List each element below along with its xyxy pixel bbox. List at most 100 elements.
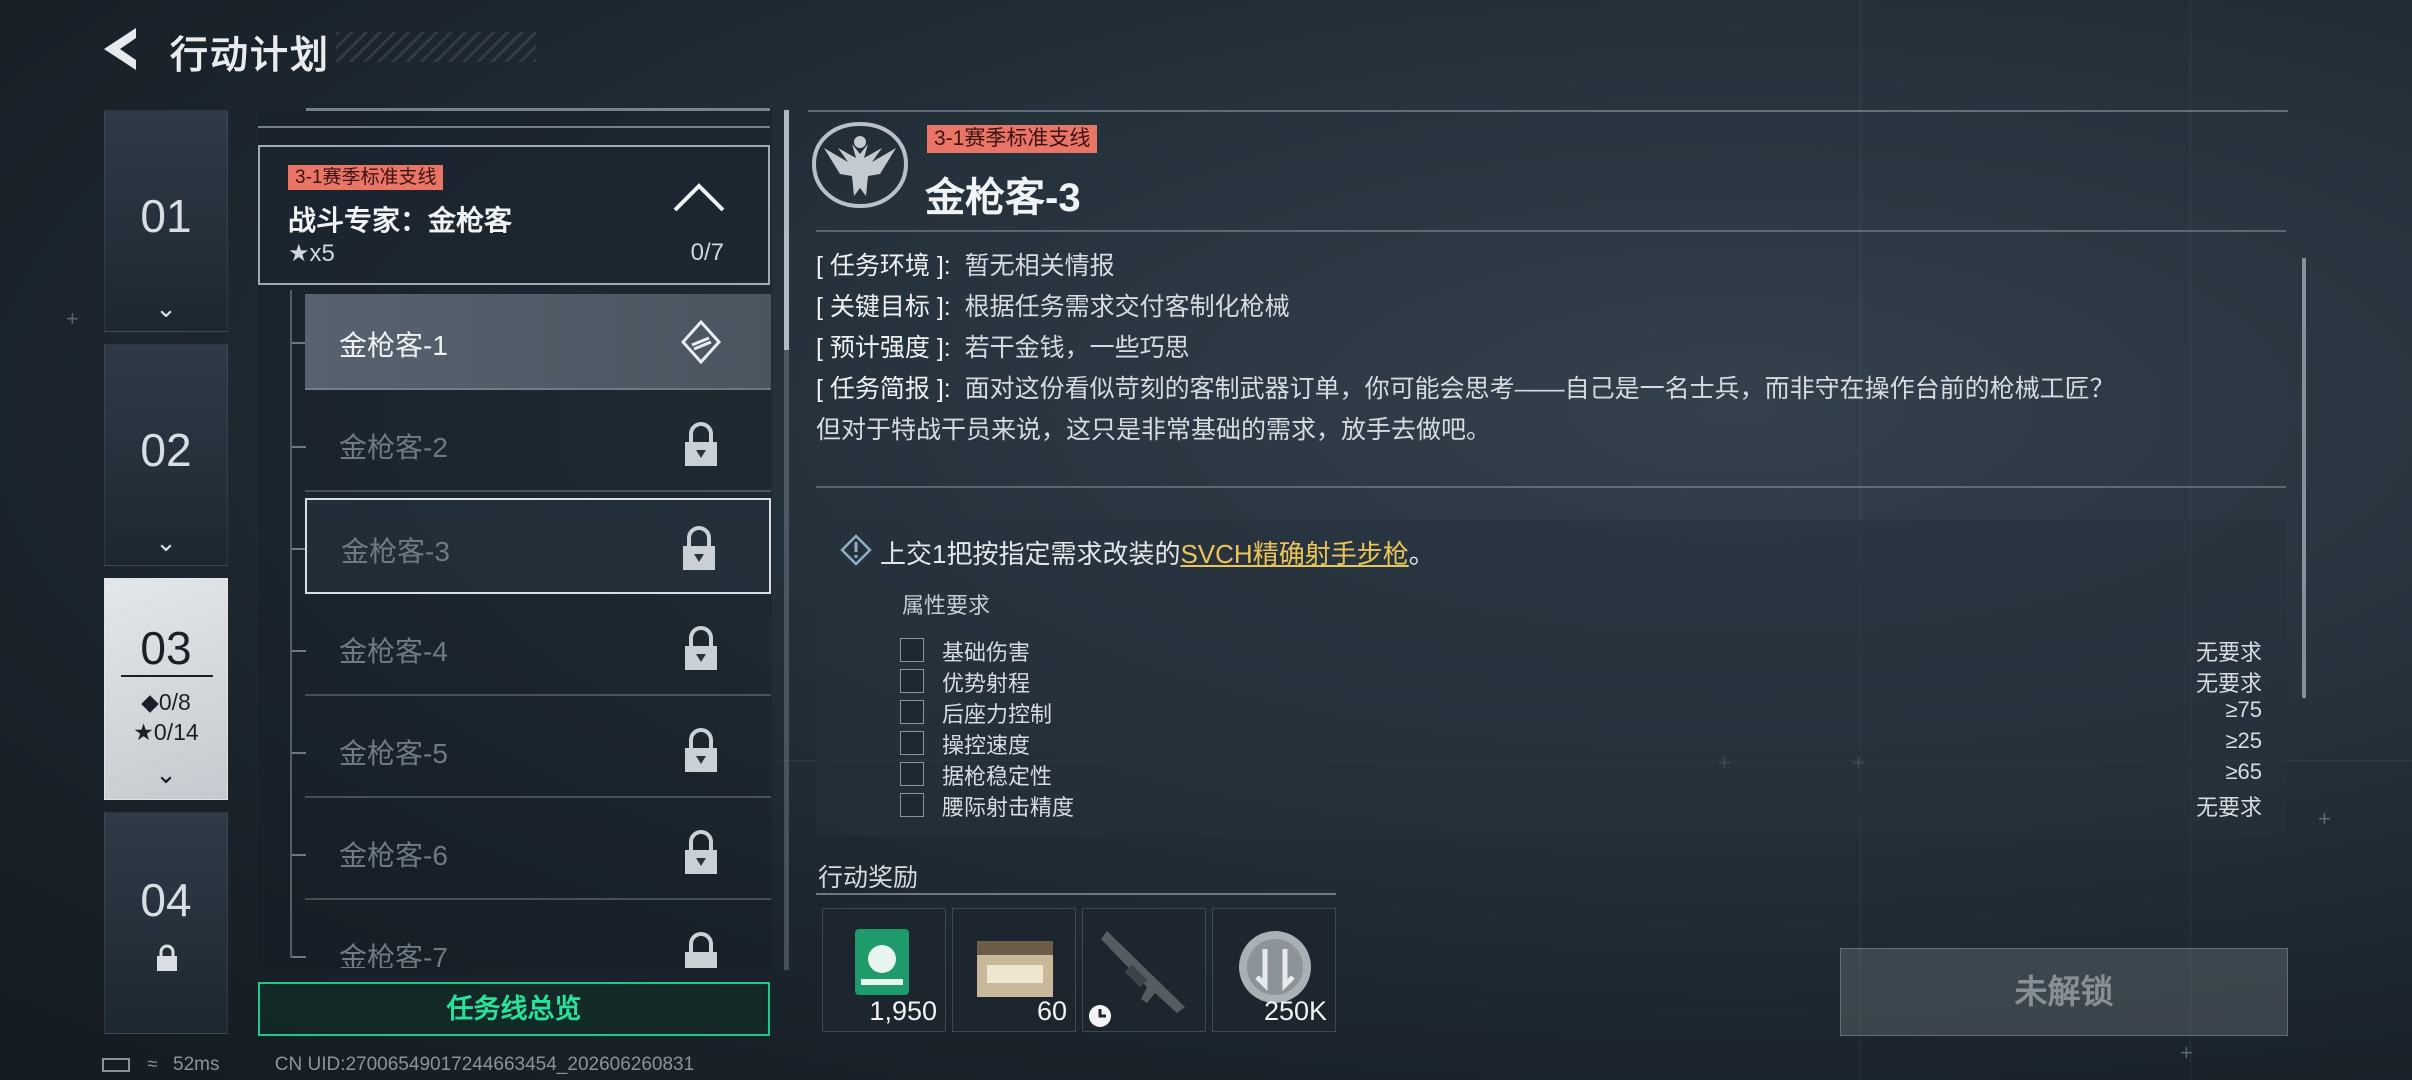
mission-label: 金枪客-3 [341, 536, 450, 567]
questline-name: 战斗专家：金枪客 [288, 205, 513, 236]
mission-item-3[interactable]: 金枪客-3 [305, 498, 771, 594]
chevron-up-icon[interactable] [672, 181, 726, 213]
ammo-box-icon [977, 941, 1053, 997]
mission-label: 金枪客-1 [339, 330, 448, 361]
hipfire-icon [900, 793, 924, 817]
lock-icon [685, 932, 717, 968]
attr-row: 基础伤害 无要求 [900, 635, 2262, 666]
chapter-tab-01[interactable]: 01 ⌄ [104, 110, 228, 332]
back-button[interactable] [100, 24, 146, 74]
lock-icon [683, 526, 715, 570]
mission-item-6[interactable]: 金枪客-6 [305, 804, 771, 900]
chapter-number: 03 [140, 622, 192, 674]
goal-value: 根据任务需求交付客制化枪械 [964, 293, 1290, 321]
brief-line-1: 面对这份看似苛刻的客制武器订单，你可能会思考——自己是一名士兵，而非守在操作台前… [964, 375, 2115, 403]
mission-description: [ 任务环境 ]: 暂无相关情报 [ 关键目标 ]: 根据任务需求交付客制化枪械… [816, 246, 2276, 451]
uid-text: CN UID:27006549017244663454_202606260831 [274, 1054, 695, 1075]
battery-icon [102, 1057, 130, 1072]
attr-row: 据枪稳定性 ≥65 [900, 759, 2262, 790]
divider [816, 486, 2286, 488]
lock-icon [685, 626, 717, 670]
questline-progress: 0/7 [690, 239, 724, 266]
range-icon [900, 669, 924, 693]
reward-qty: 250K [1263, 996, 1327, 1026]
reward-item[interactable] [1082, 908, 1206, 1032]
detail-scrollbar[interactable] [2302, 258, 2306, 698]
mission-label: 金枪客-7 [339, 942, 448, 968]
attr-title: 属性要求 [902, 593, 991, 618]
title-decoration [336, 32, 536, 62]
divider [816, 230, 2286, 232]
mission-item-4[interactable]: 金枪客-4 [305, 600, 771, 696]
recoil-icon [900, 700, 924, 724]
coin-icon [1239, 931, 1311, 1003]
status-bar: ≈ 52ms CN UID:27006549017244663454_20260… [102, 1054, 694, 1076]
reward-item[interactable]: 60 [952, 908, 1076, 1032]
questline-reward: ★x5 [288, 240, 335, 267]
mission-item-7[interactable]: 金枪客-7 [305, 906, 771, 968]
env-label: [ 任务环境 ]: [816, 252, 951, 280]
mission-label: 金枪客-5 [339, 738, 448, 769]
scrollbar-thumb[interactable] [784, 110, 789, 350]
divider [808, 110, 2288, 112]
objective-text: 上交1把按指定需求改装的SVCH精确射手步枪。 [880, 534, 1435, 571]
divider [258, 126, 770, 128]
mission-label: 金枪客-2 [339, 432, 448, 463]
chapter-number: 01 [140, 190, 192, 242]
reward-qty: 60 [1036, 996, 1067, 1026]
eagle-emblem-icon [811, 121, 909, 209]
clock-icon [1089, 1005, 1111, 1027]
attr-row: 操控速度 ≥25 [900, 728, 2262, 759]
wifi-icon: ≈ [147, 1054, 158, 1075]
questline-card[interactable]: 3-1赛季标准支线 战斗专家：金枪客 ★x5 0/7 [258, 145, 770, 285]
chapter-tab-04[interactable]: 04 [104, 812, 228, 1034]
medal-icon [855, 929, 909, 995]
season-tag: 3-1赛季标准支线 [288, 165, 444, 190]
handling-icon [900, 731, 924, 755]
mission-item-2[interactable]: 金枪客-2 [305, 396, 771, 492]
stability-icon [900, 762, 924, 786]
season-tag: 3-1赛季标准支线 [927, 125, 1098, 153]
attr-row: 后座力控制 ≥75 [900, 697, 2262, 728]
rewards-title: 行动奖励 [818, 864, 919, 892]
list-scrollbar[interactable] [784, 110, 789, 970]
chapter-number: 02 [140, 424, 192, 476]
attr-row: 优势射程 无要求 [900, 666, 2262, 697]
locked-action-button[interactable]: 未解锁 [1840, 948, 2288, 1036]
brief-line-2: 但对于特战干员来说，这只是非常基础的需求，放手去做吧。 [816, 416, 1492, 444]
completed-diamond-icon [681, 319, 721, 365]
mission-item-1[interactable]: 金枪客-1 [305, 294, 771, 390]
chevron-down-icon: ⌄ [155, 293, 177, 323]
divider [816, 893, 1336, 895]
reward-item[interactable]: 1,950 [822, 908, 946, 1032]
chapter-number: 04 [140, 874, 192, 926]
attr-row: 腰际射击精度 无要求 [900, 790, 2262, 821]
lock-icon [157, 944, 177, 971]
brief-label: [ 任务简报 ]: [816, 375, 951, 403]
questline-overview-button[interactable]: 任务线总览 [258, 982, 770, 1036]
reward-qty: 1,950 [869, 996, 937, 1026]
back-arrow-icon [104, 28, 136, 70]
goal-label: [ 关键目标 ]: [816, 293, 951, 321]
objective-suffix: 。 [1408, 539, 1435, 569]
divider [306, 108, 770, 111]
chevron-down-icon: ⌄ [155, 759, 177, 789]
chapter-tab-02[interactable]: 02 ⌄ [104, 344, 228, 566]
star-progress: ★0/14 [133, 719, 199, 745]
mission-item-5[interactable]: 金枪客-5 [305, 702, 771, 798]
mission-label: 金枪客-6 [339, 840, 448, 871]
damage-icon [900, 638, 924, 662]
info-diamond-icon [840, 534, 872, 566]
divider [121, 675, 213, 677]
objective-prefix: 上交1把按指定需求改装的 [880, 539, 1181, 569]
reward-item[interactable]: 250K [1212, 908, 1336, 1032]
tree-connector [290, 290, 292, 958]
chevron-down-icon: ⌄ [155, 527, 177, 557]
mission-title: 金枪客-3 [925, 176, 1081, 220]
intensity-label: [ 预计强度 ]: [816, 334, 951, 362]
page-title: 行动计划 [170, 35, 331, 77]
diamond-progress: ◆0/8 [141, 689, 191, 715]
chapter-tab-03[interactable]: 03 ◆0/8 ★0/14 ⌄ [104, 578, 228, 800]
weapon-link[interactable]: SVCH精确射手步枪 [1180, 539, 1408, 569]
lock-icon [685, 728, 717, 772]
